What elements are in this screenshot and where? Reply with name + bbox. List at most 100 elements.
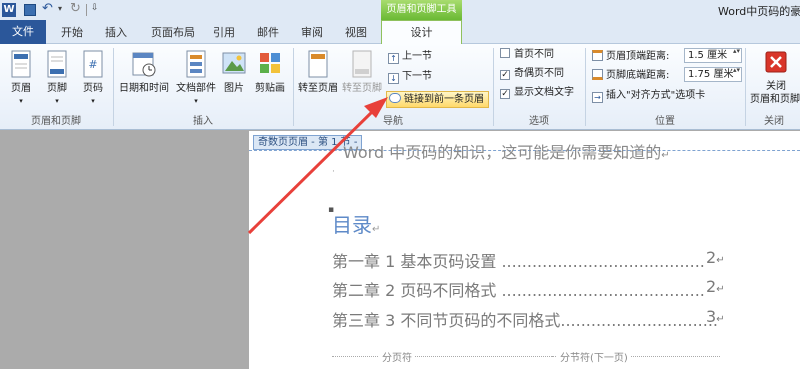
previous-section-button[interactable]: ↑ 上一节	[388, 50, 432, 66]
page-number-button-label: 页码	[83, 83, 103, 94]
footer-icon	[47, 50, 67, 78]
close-label-line1: 关闭	[766, 81, 786, 92]
header-dropdown-icon: ▾	[19, 97, 23, 105]
page-number-dropdown-icon: ▾	[91, 97, 95, 105]
toc-entry-text: 第三章 3 不同节页码的不同格式........................…	[332, 311, 719, 330]
title-bar: W ↶ ▾ ↻ ⇩ 页眉和页脚工具 Word中页码的豪	[0, 0, 800, 20]
group-label-options: 选项	[529, 116, 549, 127]
goto-footer-button[interactable]: 转至页脚	[340, 46, 384, 96]
group-label-close: 关闭	[764, 116, 784, 127]
header-text[interactable]: Word 中页码的知识，这可能是你需要知道的↵	[343, 139, 670, 163]
toc-entry[interactable]: 第一章 1 基本页码设置 ...........................…	[332, 248, 725, 272]
footer-button[interactable]: 页脚 ▾	[40, 46, 74, 108]
date-time-label: 日期和时间	[119, 83, 169, 94]
customize-qat-icon[interactable]: ⇩	[91, 3, 99, 13]
show-document-text-label: 显示文档文字	[514, 87, 574, 98]
footer-dropdown-icon: ▾	[55, 97, 59, 105]
close-label-line2: 页眉和页脚	[750, 94, 800, 105]
tab-mailings[interactable]: 邮件	[249, 24, 287, 42]
page-number-icon: #	[83, 50, 103, 78]
document-page[interactable]: 奇数页页眉 - 第 1 节 - Word 中页码的知识，这可能是你需要知道的↵ …	[249, 131, 800, 369]
picture-icon	[222, 52, 246, 74]
footer-bottom-distance-label: 页脚底端距离:	[606, 69, 670, 81]
paragraph-mark-icon: ↵	[661, 150, 670, 161]
header-top-distance: 页眉顶端距离: 1.5 厘米	[592, 48, 742, 64]
tab-insert[interactable]: 插入	[97, 24, 135, 42]
previous-section-icon: ↑	[388, 53, 399, 64]
tab-file[interactable]: 文件	[0, 20, 46, 44]
page-break-label: 分页符	[379, 349, 415, 364]
different-first-page-checkbox[interactable]: 首页不同	[500, 48, 554, 64]
group-label-navigation: 导航	[383, 116, 403, 127]
goto-header-label: 转至页眉	[298, 83, 338, 94]
goto-header-button[interactable]: 转至页眉	[296, 46, 340, 96]
date-time-button[interactable]: 日期和时间	[116, 46, 172, 96]
word-app-icon[interactable]: W	[2, 3, 16, 17]
group-label-position: 位置	[655, 116, 675, 127]
picture-label: 图片	[224, 83, 244, 94]
undo-icon[interactable]: ↶	[42, 1, 53, 16]
goto-header-icon	[308, 50, 328, 78]
alignment-tab-icon: →	[592, 92, 603, 103]
header-icon	[11, 50, 31, 78]
tab-view[interactable]: 视图	[337, 24, 375, 42]
toc-entry-page: 2↵	[706, 277, 725, 296]
toc-entry-page: 3↵	[706, 307, 725, 326]
document-parts-button[interactable]: 文档部件 ▾	[172, 46, 220, 108]
page-number-button[interactable]: # 页码 ▾	[76, 46, 110, 108]
document-parts-label: 文档部件	[176, 83, 216, 94]
checkbox-box: ✓	[500, 89, 510, 99]
footer-position-icon	[592, 68, 603, 80]
insert-alignment-tab-button[interactable]: → 插入"对齐方式"选项卡	[592, 89, 705, 105]
tab-references[interactable]: 引用	[205, 24, 243, 42]
show-document-text-checkbox[interactable]: ✓ 显示文档文字	[500, 86, 574, 102]
different-first-page-label: 首页不同	[514, 49, 554, 60]
document-parts-icon	[186, 50, 206, 78]
checkbox-box: ✓	[500, 70, 510, 80]
close-icon	[765, 51, 787, 73]
context-tool-band: 页眉和页脚工具	[381, 0, 462, 20]
paragraph-mark-icon: ↵	[372, 224, 381, 235]
link-to-previous-label: 链接到前一条页眉	[404, 94, 484, 105]
footer-bottom-distance: 页脚底端距离: 1.75 厘米	[592, 67, 742, 83]
tab-review[interactable]: 审阅	[293, 24, 331, 42]
link-chain-icon	[389, 93, 401, 103]
toc-entry[interactable]: 第三章 3 不同节页码的不同格式........................…	[332, 307, 725, 331]
toc-entry-text: 第一章 1 基本页码设置 ...........................…	[332, 252, 705, 271]
header-top-distance-label: 页眉顶端距离:	[606, 50, 670, 62]
next-section-icon: ↓	[388, 73, 399, 84]
cursor-mark: ·	[332, 167, 335, 177]
clip-art-button[interactable]: 剪贴画	[250, 46, 290, 96]
undo-dropdown-icon[interactable]: ▾	[58, 4, 62, 13]
tab-design[interactable]: 设计	[381, 20, 462, 45]
ribbon-tabs: 文件 开始 插入 页面布局 引用 邮件 审阅 视图 设计	[0, 20, 800, 45]
footer-button-label: 页脚	[47, 83, 67, 94]
close-header-footer-button[interactable]: 关闭 页眉和页脚	[748, 46, 800, 108]
header-button-label: 页眉	[11, 83, 31, 94]
tab-home[interactable]: 开始	[53, 24, 91, 42]
checkbox-box	[500, 48, 510, 58]
link-to-previous-button[interactable]: 链接到前一条页眉	[386, 91, 489, 108]
goto-footer-icon	[352, 50, 372, 78]
insert-alignment-tab-label: 插入"对齐方式"选项卡	[606, 90, 706, 101]
group-label-insert: 插入	[193, 116, 213, 127]
qat-separator	[86, 4, 87, 16]
page-break-mark	[332, 356, 552, 357]
previous-section-label: 上一节	[402, 51, 432, 62]
footer-bottom-distance-input[interactable]: 1.75 厘米	[684, 67, 742, 82]
next-section-label: 下一节	[402, 71, 432, 82]
header-top-distance-input[interactable]: 1.5 厘米	[684, 48, 742, 63]
picture-button[interactable]: 图片	[220, 46, 248, 96]
redo-icon[interactable]: ↻	[70, 1, 81, 16]
toc-entry-text: 第二章 2 页码不同格式 ...........................…	[332, 281, 705, 300]
save-icon[interactable]	[24, 4, 36, 16]
calendar-icon	[132, 52, 156, 77]
header-button[interactable]: 页眉 ▾	[4, 46, 38, 108]
toc-entry[interactable]: 第二章 2 页码不同格式 ...........................…	[332, 277, 725, 301]
different-odd-even-checkbox[interactable]: ✓ 奇偶页不同	[500, 67, 564, 83]
next-section-button[interactable]: ↓ 下一节	[388, 70, 432, 86]
header-position-icon	[592, 49, 603, 61]
tab-layout[interactable]: 页面布局	[144, 24, 202, 42]
toc-title[interactable]: 目录↵	[332, 209, 380, 238]
header-text-content: Word 中页码的知识，这可能是你需要知道的	[343, 143, 662, 162]
